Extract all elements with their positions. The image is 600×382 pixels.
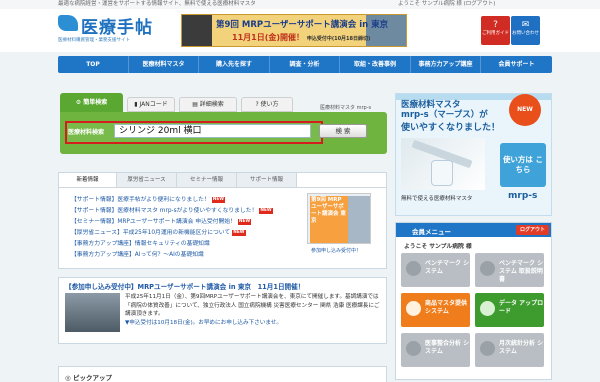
pickup-title: ◎ ピックアップ — [65, 374, 112, 382]
upload-icon — [480, 301, 495, 316]
news-feature-image[interactable]: 第9回 MRP ユーザーサポート講演会 東京 — [307, 193, 371, 244]
mrps-promo[interactable]: 医療材料マスタ mrp-s（マープス）が 使いやすくなりました！ NEW 使い方… — [395, 93, 552, 216]
promo-product-image — [401, 138, 485, 190]
event-panel: 【参加申し込み受付中】MRPユーザーサポート講演会 in 東京 11月1日開催！… — [58, 277, 387, 344]
nav-case-studies[interactable]: 取組・改善事例 — [340, 56, 411, 73]
logout-button[interactable]: ログアウト — [516, 225, 549, 235]
tab-mhlw-news[interactable]: 厚労省ニュース — [117, 173, 177, 187]
news-item[interactable]: 【セミナー情報】MRPユーザーサポート講演会 申込受付開始！ NEW — [71, 216, 252, 225]
nav-material-master[interactable]: 医療材料マスタ — [129, 56, 199, 73]
member-welcome: ようこそ サンプル病院 様 — [404, 244, 472, 250]
search-button[interactable]: 検 索 — [319, 124, 367, 138]
new-badge: NEW — [509, 94, 541, 126]
analysis-icon — [406, 341, 421, 356]
nav-supplier[interactable]: 購入先を探す — [199, 56, 270, 73]
banner-date: 11月1日(金)開催！ 申込受付中(10月18日締切) — [232, 33, 371, 42]
monthly-stats-button[interactable]: 月次統計分析 システム — [475, 333, 544, 367]
nav-member-support[interactable]: 会員サポート — [481, 56, 552, 73]
new-badge: NEW — [259, 207, 273, 214]
box-icon — [406, 301, 421, 316]
search-label: 医療材料検索 — [68, 129, 105, 136]
new-badge: NEW — [211, 196, 226, 203]
news-item[interactable]: 【サポート情報】医療材料マスタ mrp-sがより使いやすくなりました！ NEW — [71, 205, 273, 214]
tab-detail-search[interactable]: ▤ 詳細検索 — [179, 97, 237, 112]
chevron-icon: ◎ — [65, 374, 73, 382]
pickup-panel: ◎ ピックアップ — [58, 366, 387, 382]
event-title[interactable]: 【参加申し込み受付中】MRPユーザーサポート講演会 in 東京 11月1日開催！ — [65, 281, 304, 291]
help-icon: ? — [493, 20, 498, 30]
member-menu-title: 会員メニュー — [412, 228, 451, 236]
news-item[interactable]: 【サポート情報】医療手帖がより便利になりました！ NEW — [71, 194, 226, 203]
event-photo — [65, 293, 120, 332]
mrps-logo: mrp-s — [508, 191, 538, 201]
promo-line2: mrp-s（マープス）が — [401, 110, 488, 120]
new-badge: NEW — [237, 218, 252, 225]
benchmark-manual-button[interactable]: ベンチマーク システム 取扱説明書 — [475, 253, 544, 287]
stats-icon — [480, 341, 495, 356]
member-menu-header: 会員メニュー ログアウト — [396, 223, 551, 237]
nav-course[interactable]: 事務方力アップ講座 — [411, 56, 481, 73]
news-feature-caption[interactable]: 参加申し込み受付中！ — [311, 247, 361, 254]
tab-simple-search[interactable]: ⚙ 簡単検索 — [60, 93, 123, 112]
data-upload-button[interactable]: データ アップロード — [475, 293, 544, 327]
tab-jan-code[interactable]: ▮ JANコード — [127, 97, 175, 112]
tab-howto[interactable]: ? 使い方 — [241, 97, 293, 112]
news-item[interactable]: 【事務方力アップ講座】AIって何？～AIの基礎知識 — [71, 249, 204, 258]
tab-news[interactable]: 新着情報 — [59, 173, 117, 187]
welcome-text: ようこそ サンプル病院 様 (ログアウト) — [398, 1, 496, 7]
search-input[interactable]: シリンジ 20ml 横口 — [114, 124, 311, 138]
promo-line3: 使いやすくなりました！ — [401, 123, 501, 133]
nav-top[interactable]: TOP — [58, 56, 129, 73]
benchmark-button[interactable]: ベンチマーク システム — [401, 253, 470, 287]
event-banner[interactable]: 第9回 MRPユーザーサポート講演会 in 東京 11月1日(金)開催！ 申込受… — [181, 14, 407, 47]
news-item[interactable]: 【事務方力アップ講座】情報セキュリティの基礎知識 — [71, 238, 210, 247]
mail-icon: ✉ — [521, 20, 530, 30]
manual-icon — [480, 261, 495, 276]
tab-support[interactable]: サポート情報 — [237, 173, 297, 187]
medical-analysis-button[interactable]: 医事整合分析 システム — [401, 333, 470, 367]
promo-footer: 無料で使える医療材料マスタ — [401, 196, 473, 202]
logo-mark-icon — [58, 15, 78, 31]
top-bar: 最適な病院経営・運営をサポートする情報サイト、無料で使える医療材料マスタ ようこ… — [0, 0, 600, 9]
logo-text: 医療手帖 — [81, 18, 153, 38]
detail-icon: ▤ — [192, 101, 200, 108]
member-menu: 会員メニュー ログアウト ようこそ サンプル病院 様 ベンチマーク システム ベ… — [395, 222, 552, 380]
guide-button[interactable]: ? ご利用ガイド — [481, 16, 510, 45]
news-panel: 新着情報 厚労省ニュース セミナー情報 サポート情報 【サポート情報】医療手帖が… — [58, 172, 387, 269]
search-brand: 医療材料マスタ mrp-s — [320, 105, 372, 111]
event-body: 平成25年11月1日（金）、第9回MRPユーザーサポート講演会を、東京にて開催し… — [125, 294, 380, 326]
banner-title: 第9回 MRPユーザーサポート講演会 in 東京 — [216, 20, 389, 30]
howto-button[interactable]: 使い方は こちら — [500, 143, 546, 187]
nav-analysis[interactable]: 調査・分析 — [270, 56, 340, 73]
news-item[interactable]: 【厚労省ニュース】平成25年10月運用の新機能区分について NEW — [71, 227, 246, 236]
tab-seminar[interactable]: セミナー情報 — [177, 173, 237, 187]
news-feature-text: 第9回 MRP ユーザーサポート講演会 東京 — [310, 196, 348, 243]
product-master-button[interactable]: 商品マスタ提供 システム — [401, 293, 470, 327]
new-badge: NEW — [232, 229, 246, 236]
header: 医療手帖 医療材料購買管理・業務支援サイト 第9回 MRPユーザーサポート講演会… — [0, 9, 600, 52]
site-tagline: 最適な病院経営・運営をサポートする情報サイト、無料で使える医療材料マスタ — [58, 1, 256, 7]
page: 最適な病院経営・運営をサポートする情報サイト、無料で使える医療材料マスタ ようこ… — [0, 0, 600, 382]
benchmark-icon — [406, 261, 421, 276]
contact-button[interactable]: ✉ お問い合わせ — [511, 16, 540, 45]
search-panel: ⚙ 簡単検索 ▮ JANコード ▤ 詳細検索 ? 使い方 医療材料マスタ mrp… — [58, 93, 387, 161]
event-deadline: ▼申込受付は10月18日(金)。お早めにお申し込み下さいませ。 — [125, 319, 282, 326]
logout-link[interactable]: (ログアウト) — [464, 1, 496, 7]
banner-image-left — [182, 15, 212, 46]
main-nav: TOP 医療材料マスタ 購入先を探す 調査・分析 取組・改善事例 事務方力アップ… — [58, 56, 552, 73]
site-logo[interactable]: 医療手帖 医療材料購買管理・業務支援サイト — [58, 12, 178, 48]
logo-subtitle: 医療材料購買管理・業務支援サイト — [58, 38, 130, 43]
